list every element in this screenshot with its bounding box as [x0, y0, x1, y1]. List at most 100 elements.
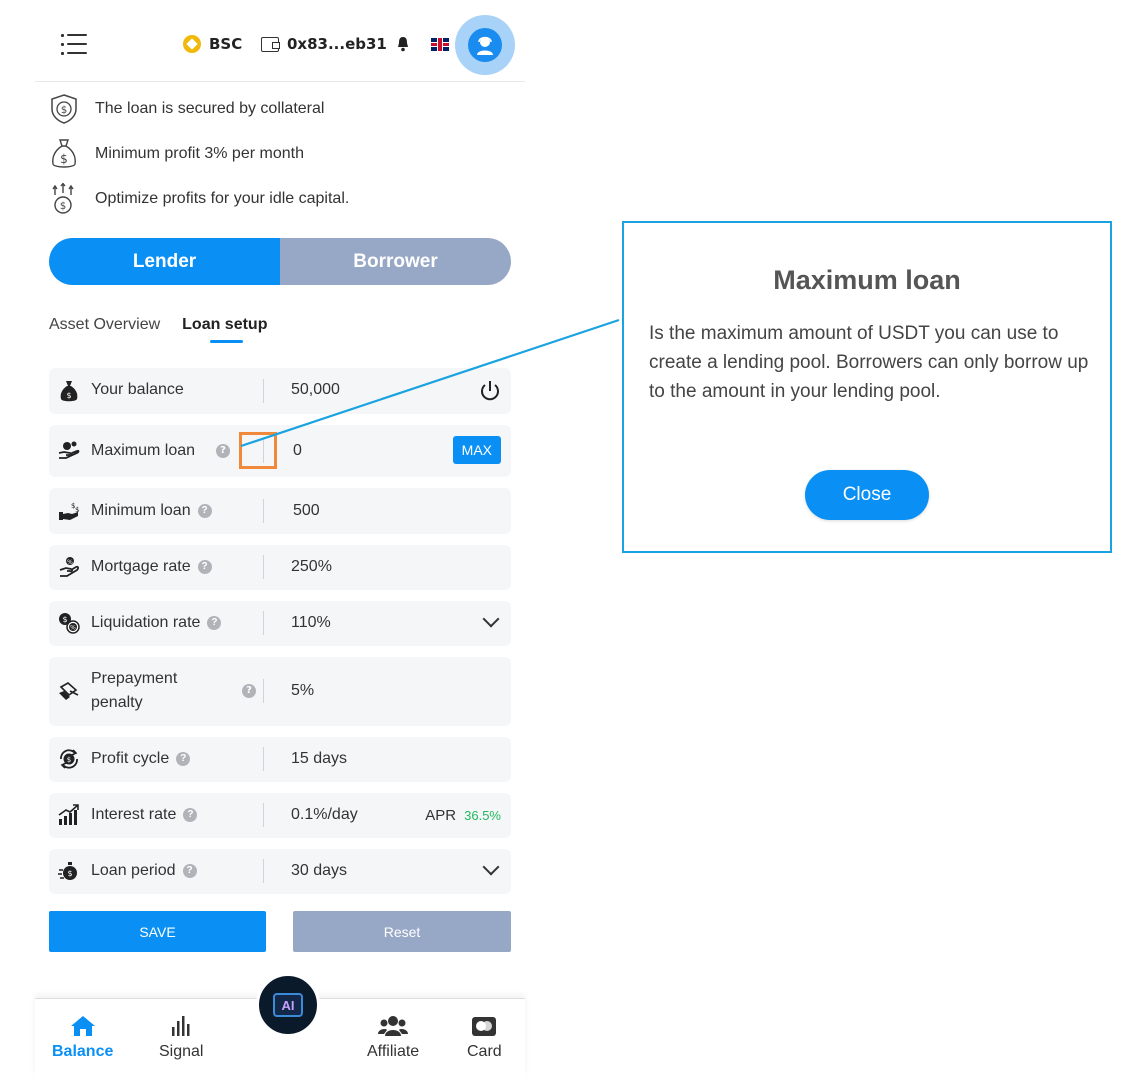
svg-text:%: %	[67, 559, 73, 566]
minimum-loan-help-icon[interactable]: ?	[197, 504, 212, 518]
money-bag-icon: $	[48, 138, 80, 170]
shield-dollar-icon: $	[48, 93, 80, 125]
role-toggle: Lender Borrower	[49, 238, 511, 285]
coins-percent-icon: $%	[58, 612, 80, 634]
coins-growth-icon: $	[48, 182, 80, 215]
borrower-tab[interactable]: Borrower	[280, 238, 511, 285]
dialog-body: Is the maximum amount of USDT you can us…	[649, 323, 1089, 402]
wallet-address: 0x83...eb31	[287, 35, 387, 53]
interest-rate-text: Interest rate	[91, 806, 177, 823]
liquidation-rate-label: Liquidation rate ?	[91, 614, 222, 632]
close-button[interactable]: Close	[805, 470, 929, 520]
lender-tab[interactable]: Lender	[49, 238, 280, 285]
loan-period-value: 30 days	[291, 862, 348, 879]
nav-signal-label: Signal	[159, 1043, 204, 1060]
maximum-loan-info-dialog: Maximum loan Is the maximum amount of US…	[622, 221, 1112, 553]
divider	[263, 803, 264, 827]
liquidation-rate-help-icon[interactable]: ?	[207, 616, 222, 630]
maximum-loan-input[interactable]: 0	[293, 442, 302, 460]
balance-value: 50,000	[291, 381, 340, 398]
hand-money-icon	[58, 680, 80, 702]
chevron-down-icon[interactable]	[482, 858, 500, 876]
divider	[263, 679, 264, 703]
home-icon	[70, 1013, 96, 1037]
divider	[263, 379, 264, 403]
hamburger-menu-icon[interactable]	[61, 32, 87, 56]
prepayment-penalty-label: Prepayment penalty	[91, 667, 177, 715]
svg-text:$: $	[60, 201, 66, 212]
feature-item: $ Optimize profits for your idle capital…	[48, 176, 349, 221]
mortgage-rate-text: Mortgage rate	[91, 558, 191, 575]
interest-rate-row: Interest rate ? 0.1%/day APR 36.5%	[49, 793, 511, 838]
mortgage-rate-label: Mortgage rate ?	[91, 558, 212, 576]
nav-balance-label: Balance	[52, 1043, 114, 1060]
nav-card-label: Card	[467, 1043, 502, 1060]
maximum-loan-help-icon[interactable]: ?	[216, 444, 230, 458]
tab-asset-overview[interactable]: Asset Overview	[49, 316, 160, 334]
save-button[interactable]: SAVE	[49, 911, 266, 952]
maximum-loan-text: Maximum loan	[91, 442, 196, 459]
sub-tabs: Asset Overview Loan setup	[49, 316, 267, 343]
bell-icon[interactable]	[396, 36, 410, 52]
profit-cycle-help-icon[interactable]: ?	[176, 752, 191, 766]
prepayment-penalty-value: 5%	[291, 682, 315, 699]
feature-text: Minimum profit 3% per month	[95, 144, 304, 162]
svg-text:%: %	[70, 625, 76, 632]
interest-rate-help-icon[interactable]: ?	[183, 808, 198, 822]
nav-affiliate[interactable]: Affiliate	[367, 1013, 419, 1061]
svg-text:$: $	[60, 152, 68, 166]
minimum-loan-input[interactable]: 500	[293, 502, 320, 520]
tab-loan-setup[interactable]: Loan setup	[182, 316, 267, 343]
profit-cycle-text: Profit cycle	[91, 750, 170, 767]
svg-text:$: $	[62, 615, 67, 624]
minimum-loan-text: Minimum loan	[91, 502, 191, 519]
network-selector[interactable]: BSC	[183, 35, 242, 53]
balance-label: Your balance	[91, 381, 184, 398]
money-bag-icon: $	[58, 380, 80, 402]
interest-rate-value: 0.1%/day	[291, 806, 358, 823]
wallet-address-button[interactable]: 0x83...eb31	[261, 35, 387, 53]
chevron-down-icon[interactable]	[482, 610, 500, 628]
mortgage-rate-row: % Mortgage rate ? 250%	[49, 545, 511, 590]
loan-period-row[interactable]: $ Loan period ? 30 days	[49, 849, 511, 894]
power-icon[interactable]	[479, 379, 501, 403]
loan-period-help-icon[interactable]: ?	[182, 864, 197, 878]
maximum-loan-row: Maximum loan ? 0 MAX	[49, 425, 511, 477]
liquidation-rate-value: 110%	[291, 614, 331, 631]
nav-card[interactable]: Card	[467, 1013, 502, 1061]
uk-flag-icon[interactable]	[431, 38, 449, 51]
feature-item: $ The loan is secured by collateral	[48, 86, 349, 131]
ai-chip-icon: AI	[273, 993, 303, 1017]
card-icon	[471, 1013, 497, 1037]
nav-balance[interactable]: Balance	[52, 1013, 113, 1061]
prepayment-penalty-row: Prepayment penalty ? 5%	[49, 657, 511, 726]
prepayment-penalty-help-icon[interactable]: ?	[242, 684, 256, 698]
loan-period-text: Loan period	[91, 862, 176, 879]
apr-display: APR 36.5%	[425, 807, 501, 824]
nav-signal[interactable]: Signal	[159, 1013, 203, 1061]
svg-text:$: $	[67, 869, 72, 878]
mobile-app: BSC 0x83...eb31 $ The loan is secured by…	[35, 0, 525, 1076]
support-avatar-button[interactable]	[455, 15, 515, 75]
users-icon	[378, 1013, 409, 1037]
profit-cycle-label: Profit cycle ?	[91, 750, 191, 768]
mortgage-rate-help-icon[interactable]: ?	[197, 560, 212, 574]
profit-cycle-row: $ Profit cycle ? 15 days	[49, 737, 511, 782]
bsc-icon	[183, 35, 201, 53]
growth-chart-icon	[58, 804, 80, 826]
stopwatch-dollar-icon: $	[58, 860, 80, 882]
svg-text:$: $	[61, 105, 67, 116]
wallet-icon	[261, 36, 280, 52]
support-agent-icon	[477, 36, 493, 55]
liquidation-rate-row[interactable]: $% Liquidation rate ? 110%	[49, 601, 511, 646]
liquidation-rate-text: Liquidation rate	[91, 614, 201, 631]
feature-text: The loan is secured by collateral	[95, 99, 325, 117]
ai-assistant-button[interactable]: AI	[256, 973, 320, 1037]
interest-rate-label: Interest rate ?	[91, 806, 198, 824]
hand-percent-icon: %	[58, 556, 80, 578]
mortgage-rate-value: 250%	[291, 558, 332, 575]
reset-button[interactable]: Reset	[293, 911, 511, 952]
loan-period-label: Loan period ?	[91, 862, 197, 880]
divider	[263, 859, 264, 883]
max-button[interactable]: MAX	[452, 436, 501, 464]
